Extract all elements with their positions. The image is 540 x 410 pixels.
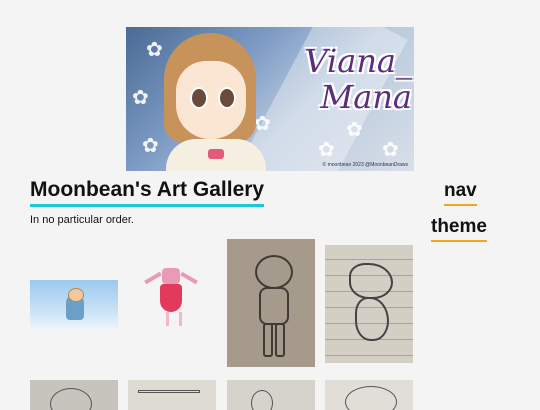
pixel-head [162,268,180,284]
flower-icon: ✿ [382,137,399,161]
flower-icon: ✿ [254,111,271,135]
sketch-shape [138,390,200,393]
flower-icon: ✿ [346,117,363,141]
character-eye [190,87,208,109]
pixel-arm [144,271,162,285]
sketch-leg [275,323,285,357]
header-banner-image: ✿ ✿ ✿ ✿ ✿ ✿ ✿ Viana_ Mana © moonbean 202… [126,27,414,171]
flower-icon: ✿ [142,133,159,157]
pixel-legs [166,312,182,326]
character-eye [218,87,236,109]
paper-line [325,355,413,356]
sketch-body [355,297,389,341]
gallery-thumbnail[interactable] [30,280,118,328]
sketch-body [259,287,289,325]
flower-icon: ✿ [132,85,149,109]
nav-link[interactable]: nav [444,180,477,206]
gallery-thumbnail[interactable] [128,380,216,410]
thumbnail-figure-head [68,288,84,302]
sketch-head [255,255,293,289]
gallery-thumbnail[interactable] [325,245,413,363]
sketch-head [349,263,393,299]
character-bow [208,149,224,159]
gallery-thumbnail[interactable] [227,239,315,367]
sketch-leg [263,323,273,357]
page-subtitle: In no particular order. [30,214,134,226]
flower-icon: ✿ [318,137,335,161]
pixel-arm [180,271,198,285]
gallery-thumbnail[interactable] [227,380,315,410]
sketch-shape [50,388,92,410]
banner-logo-text: Viana_ Mana [304,42,412,116]
pixel-dress [160,284,182,312]
sketch-shape [251,390,273,410]
gallery-thumbnail[interactable] [30,380,118,410]
page-title: Moonbean's Art Gallery [30,178,265,207]
flower-icon: ✿ [146,37,163,61]
gallery-thumbnail[interactable] [134,262,214,332]
theme-link[interactable]: theme [431,216,487,242]
paper-line [325,259,413,260]
gallery-thumbnail[interactable] [325,380,413,410]
sketch-shape [345,386,397,410]
banner-credit: © moonbean 2023 @MoonbeanDraws [322,162,408,168]
